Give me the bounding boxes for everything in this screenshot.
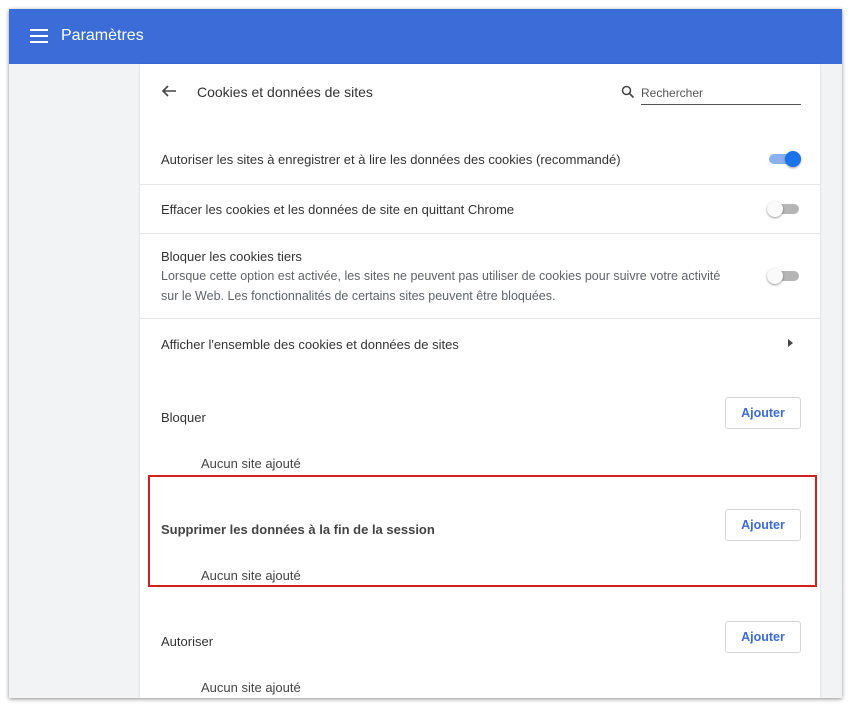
- chevron-right-icon: [788, 339, 793, 347]
- app-title: Paramètres: [61, 27, 144, 44]
- setting-description: Lorsque cette option est activée, les si…: [161, 269, 721, 303]
- search-input[interactable]: [641, 82, 801, 105]
- setting-label: Effacer les cookies et les données de si…: [161, 202, 515, 217]
- allow-cookies-toggle[interactable]: [769, 151, 801, 167]
- section-title-clear-on-exit: Supprimer les données à la fin de la ses…: [161, 522, 435, 537]
- section-title-allow: Autoriser: [161, 634, 214, 649]
- empty-list-text: Aucun site ajouté: [201, 456, 301, 471]
- setting-label: Afficher l'ensemble des cookies et donné…: [161, 337, 459, 352]
- setting-row-block-third-party: Bloquer les cookies tiers Lorsque cette …: [140, 233, 820, 318]
- settings-window: Paramètres Cookies et données de sites A…: [9, 9, 842, 698]
- setting-label: Bloquer les cookies tiers: [161, 249, 302, 264]
- page-title: Cookies et données de sites: [197, 84, 373, 100]
- app-header: Paramètres: [9, 9, 842, 64]
- add-block-site-button[interactable]: Ajouter: [725, 397, 801, 429]
- setting-label: Autoriser les sites à enregistrer et à l…: [161, 152, 621, 167]
- see-all-cookies-row[interactable]: Afficher l'ensemble des cookies et donné…: [140, 318, 820, 370]
- clear-on-exit-toggle[interactable]: [767, 201, 799, 217]
- section-title-block: Bloquer: [161, 410, 206, 425]
- add-clear-on-exit-site-button[interactable]: Ajouter: [725, 509, 801, 541]
- search-box: [621, 82, 801, 106]
- settings-card: Cookies et données de sites Autoriser le…: [140, 64, 820, 698]
- setting-row-clear-on-exit: Effacer les cookies et les données de si…: [140, 184, 820, 233]
- setting-row-allow-cookies: Autoriser les sites à enregistrer et à l…: [140, 136, 820, 184]
- empty-list-text: Aucun site ajouté: [201, 568, 301, 583]
- menu-icon[interactable]: [30, 29, 48, 43]
- add-allow-site-button[interactable]: Ajouter: [725, 621, 801, 653]
- search-icon: [621, 85, 635, 99]
- page-header: Cookies et données de sites: [140, 64, 820, 119]
- back-arrow-icon[interactable]: [160, 82, 178, 100]
- block-third-party-toggle[interactable]: [767, 268, 799, 284]
- empty-list-text: Aucun site ajouté: [201, 680, 301, 695]
